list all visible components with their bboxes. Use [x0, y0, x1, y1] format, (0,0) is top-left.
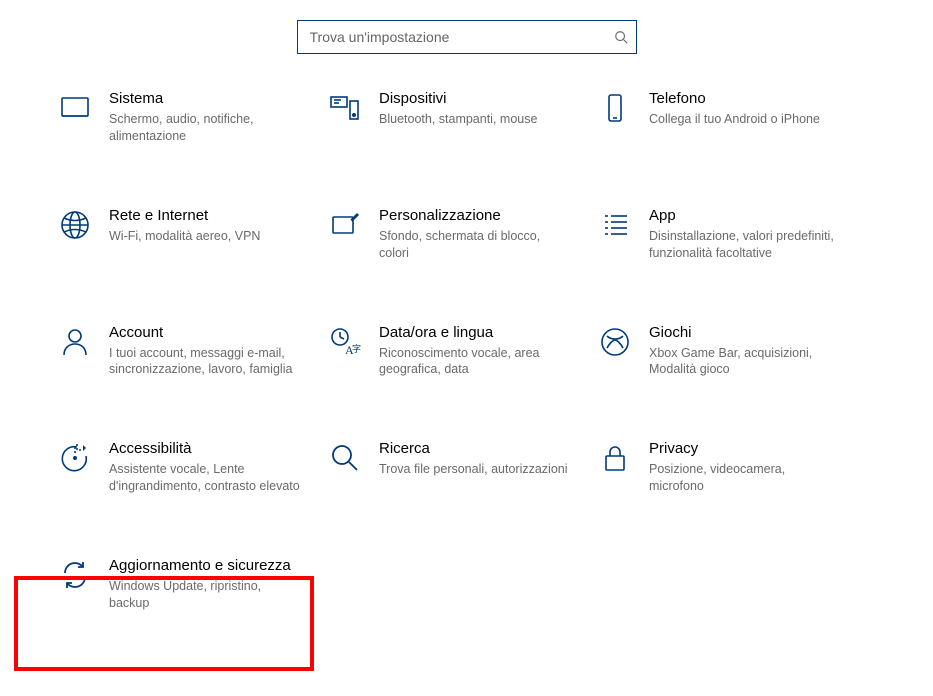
category-time-language[interactable]: A 字 Data/ora e lingua Riconoscimento voc…	[325, 318, 595, 385]
category-title: Data/ora e lingua	[379, 324, 591, 342]
search-category-icon	[329, 442, 361, 474]
category-desc: I tuoi account, messaggi e-mail, sincron…	[109, 345, 321, 379]
category-desc: Disinstallazione, valori predefiniti, fu…	[649, 228, 861, 262]
search-icon	[614, 30, 628, 44]
category-title: Sistema	[109, 90, 321, 108]
category-title: App	[649, 207, 861, 225]
svg-text:字: 字	[352, 343, 361, 354]
accounts-icon	[59, 326, 91, 358]
category-desc: Bluetooth, stampanti, mouse	[379, 111, 591, 128]
ease-of-access-icon	[59, 442, 91, 474]
category-ease-of-access[interactable]: Accessibilità Assistente vocale, Lente d…	[55, 434, 325, 501]
category-desc: Trova file personali, autorizzazioni	[379, 461, 591, 478]
gaming-icon	[599, 326, 631, 358]
category-system[interactable]: Sistema Schermo, audio, notifiche, alime…	[55, 84, 325, 151]
category-search[interactable]: Ricerca Trova file personali, autorizzaz…	[325, 434, 595, 501]
category-desc: Schermo, audio, notifiche, alimentazione	[109, 111, 321, 145]
category-desc: Posizione, videocamera, microfono	[649, 461, 861, 495]
update-security-icon	[59, 559, 91, 591]
category-title: Ricerca	[379, 440, 591, 458]
category-network[interactable]: Rete e Internet Wi-Fi, modalità aereo, V…	[55, 201, 325, 268]
category-phone[interactable]: Telefono Collega il tuo Android o iPhone	[595, 84, 865, 151]
category-title: Personalizzazione	[379, 207, 591, 225]
system-icon	[59, 92, 91, 124]
category-gaming[interactable]: Giochi Xbox Game Bar, acquisizioni, Moda…	[595, 318, 865, 385]
category-title: Giochi	[649, 324, 861, 342]
category-title: Aggiornamento e sicurezza	[109, 557, 321, 575]
category-title: Account	[109, 324, 321, 342]
network-icon	[59, 209, 91, 241]
category-title: Privacy	[649, 440, 861, 458]
category-desc: Collega il tuo Android o iPhone	[649, 111, 861, 128]
category-desc: Wi-Fi, modalità aereo, VPN	[109, 228, 321, 245]
category-desc: Sfondo, schermata di blocco, colori	[379, 228, 591, 262]
privacy-icon	[599, 442, 631, 474]
category-desc: Assistente vocale, Lente d'ingrandimento…	[109, 461, 321, 495]
category-desc: Windows Update, ripristino, backup	[109, 578, 321, 612]
category-privacy[interactable]: Privacy Posizione, videocamera, microfon…	[595, 434, 865, 501]
search-box[interactable]	[297, 20, 637, 54]
personalization-icon	[329, 209, 361, 241]
category-desc: Riconoscimento vocale, area geografica, …	[379, 345, 591, 379]
apps-icon	[599, 209, 631, 241]
category-personalization[interactable]: Personalizzazione Sfondo, schermata di b…	[325, 201, 595, 268]
devices-icon	[329, 92, 361, 124]
category-devices[interactable]: Dispositivi Bluetooth, stampanti, mouse	[325, 84, 595, 151]
category-title: Accessibilità	[109, 440, 321, 458]
search-input[interactable]	[308, 28, 614, 46]
time-language-icon: A 字	[329, 326, 361, 358]
category-update-security[interactable]: Aggiornamento e sicurezza Windows Update…	[55, 551, 325, 618]
category-accounts[interactable]: Account I tuoi account, messaggi e-mail,…	[55, 318, 325, 385]
category-apps[interactable]: App Disinstallazione, valori predefiniti…	[595, 201, 865, 268]
category-desc: Xbox Game Bar, acquisizioni, Modalità gi…	[649, 345, 861, 379]
category-title: Telefono	[649, 90, 861, 108]
settings-grid: Sistema Schermo, audio, notifiche, alime…	[55, 84, 865, 618]
category-title: Rete e Internet	[109, 207, 321, 225]
category-title: Dispositivi	[379, 90, 591, 108]
phone-icon	[599, 92, 631, 124]
